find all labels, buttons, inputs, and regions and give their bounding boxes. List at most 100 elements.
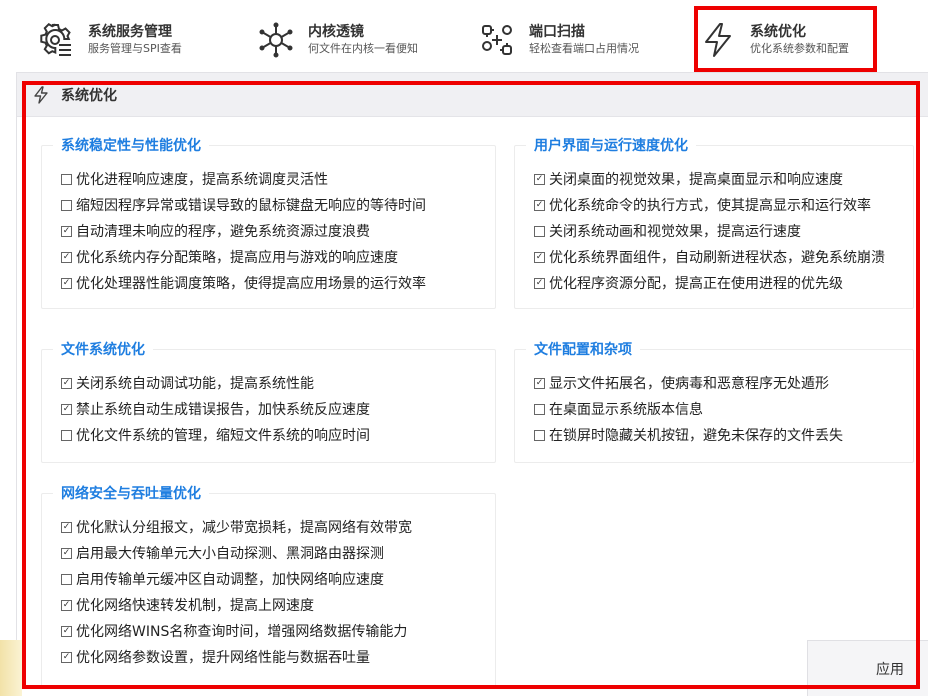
- option-item[interactable]: 启用传输单元缓冲区自动调整，加快网络响应速度: [61, 569, 384, 589]
- option-label: 关闭桌面的视觉效果，提高桌面显示和响应速度: [549, 172, 843, 188]
- option-label: 关闭系统自动调试功能，提高系统性能: [76, 376, 314, 392]
- option-item[interactable]: ✓ 显示文件拓展名，使病毒和恶意程序无处遁形: [534, 373, 829, 393]
- option-item[interactable]: ✓ 优化网络快速转发机制，提高上网速度: [61, 595, 314, 615]
- tool-bar: 系统服务管理 服务管理与SPI查看 内核透镜 何文件在内核一看便知 端口扫描 轻…: [0, 0, 928, 72]
- checkbox[interactable]: [61, 199, 72, 211]
- option-label: 优化默认分组报文，减少带宽损耗，提高网络有效带宽: [76, 520, 412, 536]
- panel-title: 系统优化: [61, 87, 117, 104]
- option-item[interactable]: 优化文件系统的管理，缩短文件系统的响应时间: [61, 425, 370, 445]
- panel-header: 系统优化: [17, 73, 928, 117]
- tool-port-scan[interactable]: 端口扫描 轻松查看端口占用情况: [475, 18, 639, 62]
- option-label: 优化系统界面组件，自动刷新进程状态，避免系统崩溃: [549, 250, 885, 266]
- option-label: 在桌面显示系统版本信息: [549, 402, 703, 418]
- group-title: 网络安全与吞吐量优化: [53, 483, 209, 503]
- group-file-system: 文件系统优化 ✓ 关闭系统自动调试功能，提高系统性能 ✓ 禁止系统自动生成错误报告，…: [41, 333, 496, 463]
- port-scan-icon: [475, 18, 519, 62]
- tool-title: 系统优化: [750, 24, 806, 40]
- option-label: 关闭系统动画和视觉效果，提高运行速度: [549, 224, 801, 240]
- option-label: 启用最大传输单元大小自动探测、黑洞路由器探测: [76, 546, 384, 562]
- option-item[interactable]: ✓ 优化系统界面组件，自动刷新进程状态，避免系统崩溃: [534, 247, 885, 267]
- lightning-icon: [696, 18, 740, 62]
- checkbox-checked[interactable]: ✓: [534, 173, 545, 185]
- group-ui-speed: 用户界面与运行速度优化 ✓ 关闭桌面的视觉效果，提高桌面显示和响应速度 ✓ 优化系统…: [514, 129, 914, 309]
- checkbox-checked[interactable]: ✓: [61, 599, 72, 611]
- option-label: 禁止系统自动生成错误报告，加快系统反应速度: [76, 402, 370, 418]
- option-item[interactable]: ✓ 优化处理器性能调度策略，使得提高应用场景的运行效率: [61, 273, 426, 293]
- tool-subtitle: 轻松查看端口占用情况: [529, 42, 639, 55]
- option-item[interactable]: 关闭系统动画和视觉效果，提高运行速度: [534, 221, 801, 241]
- tool-system-optimize[interactable]: 系统优化 优化系统参数和配置: [696, 18, 849, 62]
- checkbox[interactable]: [61, 573, 72, 585]
- checkbox-checked[interactable]: ✓: [534, 199, 545, 211]
- option-item[interactable]: ✓ 自动清理未响应的程序，避免系统资源过度浪费: [61, 221, 370, 241]
- checkbox[interactable]: [534, 225, 545, 237]
- checkbox[interactable]: [61, 429, 72, 441]
- checkbox-checked[interactable]: ✓: [61, 251, 72, 263]
- group-network: 网络安全与吞吐量优化 ✓ 优化默认分组报文，减少带宽损耗，提高网络有效带宽 ✓ 启用…: [41, 477, 496, 687]
- checkbox-checked[interactable]: ✓: [61, 377, 72, 389]
- checkbox-checked[interactable]: ✓: [61, 625, 72, 637]
- option-label: 在锁屏时隐藏关机按钮，避免未保存的文件丢失: [549, 428, 843, 444]
- tool-system-service[interactable]: 系统服务管理 服务管理与SPI查看: [34, 18, 182, 62]
- option-item[interactable]: ✓ 关闭桌面的视觉效果，提高桌面显示和响应速度: [534, 169, 843, 189]
- group-stability: 系统稳定性与性能优化 优化进程响应速度，提高系统调度灵活性 缩短因程序异常或错误…: [41, 129, 496, 309]
- checkbox-checked[interactable]: ✓: [61, 225, 72, 237]
- gear-list-icon: [34, 18, 78, 62]
- checkbox[interactable]: [534, 429, 545, 441]
- checkbox[interactable]: [534, 403, 545, 415]
- option-item[interactable]: 优化进程响应速度，提高系统调度灵活性: [61, 169, 328, 189]
- option-item[interactable]: ✓ 优化系统内存分配策略，提高应用与游戏的响应速度: [61, 247, 398, 267]
- optimize-panel: 系统优化 系统稳定性与性能优化 优化进程响应速度，提高系统调度灵活性 缩短因程序…: [16, 72, 928, 697]
- option-item[interactable]: ✓ 优化程序资源分配，提高正在使用进程的优先级: [534, 273, 843, 293]
- option-item[interactable]: 在锁屏时隐藏关机按钮，避免未保存的文件丢失: [534, 425, 843, 445]
- option-label: 优化网络参数设置，提升网络性能与数据吞吐量: [76, 650, 370, 666]
- option-label: 优化程序资源分配，提高正在使用进程的优先级: [549, 276, 843, 292]
- apply-button[interactable]: 应用: [807, 640, 928, 696]
- option-item[interactable]: ✓ 优化默认分组报文，减少带宽损耗，提高网络有效带宽: [61, 517, 412, 537]
- tool-title: 系统服务管理: [88, 24, 172, 40]
- group-title: 系统稳定性与性能优化: [53, 135, 209, 155]
- option-label: 自动清理未响应的程序，避免系统资源过度浪费: [76, 224, 370, 240]
- checkbox-checked[interactable]: ✓: [534, 377, 545, 389]
- background-decoration: [0, 640, 22, 696]
- checkbox-checked[interactable]: ✓: [534, 277, 545, 289]
- option-item[interactable]: ✓ 禁止系统自动生成错误报告，加快系统反应速度: [61, 399, 370, 419]
- option-item[interactable]: ✓ 优化网络WINS名称查询时间，增强网络数据传输能力: [61, 621, 407, 641]
- group-file-config: 文件配置和杂项 ✓ 显示文件拓展名，使病毒和恶意程序无处遁形 在桌面显示系统版本信…: [514, 333, 914, 463]
- checkbox-checked[interactable]: ✓: [61, 521, 72, 533]
- option-item[interactable]: ✓ 启用最大传输单元大小自动探测、黑洞路由器探测: [61, 543, 384, 563]
- option-label: 显示文件拓展名，使病毒和恶意程序无处遁形: [549, 376, 829, 392]
- checkbox[interactable]: [61, 173, 72, 185]
- checkbox-checked[interactable]: ✓: [61, 403, 72, 415]
- panel-body: 系统稳定性与性能优化 优化进程响应速度，提高系统调度灵活性 缩短因程序异常或错误…: [17, 117, 928, 697]
- tool-subtitle: 何文件在内核一看便知: [308, 42, 418, 55]
- tool-subtitle: 优化系统参数和配置: [750, 42, 849, 55]
- option-label: 优化网络WINS名称查询时间，增强网络数据传输能力: [76, 624, 408, 640]
- tool-kernel-lens[interactable]: 内核透镜 何文件在内核一看便知: [254, 18, 418, 62]
- option-item[interactable]: 在桌面显示系统版本信息: [534, 399, 703, 419]
- tool-subtitle: 服务管理与SPI查看: [88, 42, 182, 55]
- option-label: 优化系统命令的执行方式，使其提高显示和运行效率: [549, 198, 871, 214]
- option-item[interactable]: ✓ 优化系统命令的执行方式，使其提高显示和运行效率: [534, 195, 871, 215]
- option-label: 优化系统内存分配策略，提高应用与游戏的响应速度: [76, 250, 398, 266]
- option-item[interactable]: ✓ 优化网络参数设置，提升网络性能与数据吞吐量: [61, 647, 370, 667]
- checkbox-checked[interactable]: ✓: [61, 277, 72, 289]
- option-item[interactable]: 缩短因程序异常或错误导致的鼠标键盘无响应的等待时间: [61, 195, 426, 215]
- option-label: 优化文件系统的管理，缩短文件系统的响应时间: [76, 428, 370, 444]
- option-label: 缩短因程序异常或错误导致的鼠标键盘无响应的等待时间: [76, 198, 426, 214]
- group-title: 文件配置和杂项: [526, 339, 640, 359]
- tool-title: 内核透镜: [308, 24, 364, 40]
- group-title: 用户界面与运行速度优化: [526, 135, 696, 155]
- option-label: 启用传输单元缓冲区自动调整，加快网络响应速度: [76, 572, 384, 588]
- option-label: 优化处理器性能调度策略，使得提高应用场景的运行效率: [76, 276, 426, 292]
- checkbox-checked[interactable]: ✓: [61, 547, 72, 559]
- option-label: 优化进程响应速度，提高系统调度灵活性: [76, 172, 328, 188]
- checkbox-checked[interactable]: ✓: [534, 251, 545, 263]
- tool-title: 端口扫描: [529, 24, 585, 40]
- checkbox-checked[interactable]: ✓: [61, 651, 72, 663]
- option-item[interactable]: ✓ 关闭系统自动调试功能，提高系统性能: [61, 373, 314, 393]
- virus-lens-icon: [254, 18, 298, 62]
- group-title: 文件系统优化: [53, 339, 153, 359]
- option-label: 优化网络快速转发机制，提高上网速度: [76, 598, 314, 614]
- lightning-icon: [33, 85, 51, 104]
